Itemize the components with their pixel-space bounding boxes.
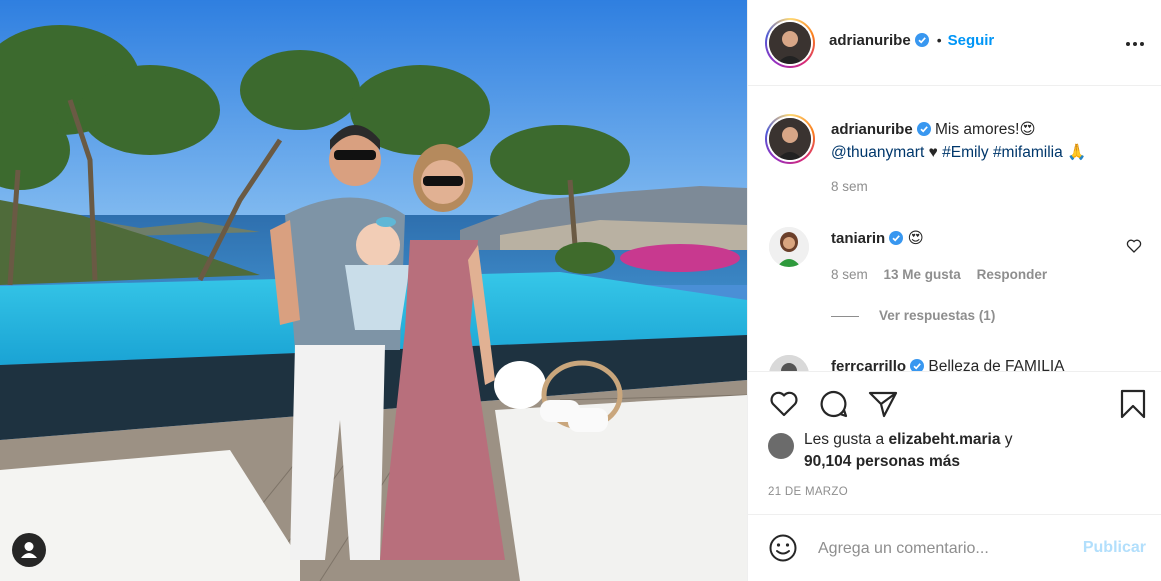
reply-button[interactable]: Responder [977,267,1048,282]
post-header: adrianuribe • Seguir [748,0,1161,86]
comment-text: taniarin 😍 [831,227,924,250]
likes-prefix: Les gusta a [804,431,885,448]
view-replies-button[interactable]: Ver respuestas (1) [831,308,995,323]
comment-body: 😍 [907,230,924,247]
comment-meta: 8 sem 13 Me gusta Responder [831,267,1047,282]
comment-username[interactable]: ferrcarrillo [831,358,906,371]
commenter-avatar-image [769,227,809,267]
caption-time[interactable]: 8 sem [831,179,868,194]
comment-like-icon[interactable] [1126,238,1142,254]
caption-username[interactable]: adrianuribe [831,121,913,138]
hashtag-mifamilia-link[interactable]: #mifamilia [993,144,1063,161]
add-comment-bar: Publicar [748,514,1161,581]
heart-symbol: ♥ [928,144,938,161]
save-bookmark-icon[interactable] [1117,388,1149,420]
caption-avatar-image [769,118,811,160]
post-actions: Les gusta a elizabeht.maria y 90,104 per… [748,371,1161,515]
separator-dot: • [936,32,942,48]
author-username[interactable]: adrianuribe [829,32,911,49]
verified-badge-icon [916,122,931,136]
share-direct-icon[interactable] [867,388,899,420]
comment-text: ferrcarrillo Belleza de FAMILIA [831,355,1064,371]
caption-body: Mis amores! [935,121,1020,138]
comment-username[interactable]: taniarin [831,230,885,247]
instagram-post-view: adrianuribe • Seguir adrianuribe Mis amo… [0,0,1161,581]
likes-others-count[interactable]: 90,104 personas más [804,453,960,470]
author-avatar[interactable] [765,18,815,68]
like-heart-icon[interactable] [768,388,800,420]
pray-emoji: 🙏 [1067,144,1087,161]
verified-badge-icon [889,231,904,245]
commenter-avatar-image [769,355,809,371]
post-date[interactable]: 21 DE MARZO [768,486,848,498]
comment-bubble-icon[interactable] [818,388,850,420]
post-photo[interactable] [0,0,747,581]
view-replies-label: Ver respuestas (1) [879,308,996,323]
commenter-avatar[interactable] [769,355,809,371]
mention-link[interactable]: @thuanymart [831,144,924,161]
likes-joiner: y [1004,431,1013,448]
heart-eyes-emoji: 😍 [1019,121,1036,138]
liker-username[interactable]: elizabeht.maria [888,431,1000,448]
verified-badge-icon [914,33,929,47]
user-tag-icon [21,542,37,558]
follow-button[interactable]: Seguir [948,32,995,49]
caption-avatar[interactable] [765,114,815,164]
comment-time[interactable]: 8 sem [831,267,868,282]
caption-text: adrianuribe Mis amores!😍 @thuanymart ♥ #… [831,118,1141,164]
liker-avatar[interactable] [768,433,794,459]
commenter-avatar[interactable] [769,227,809,267]
publish-button[interactable]: Publicar [1083,539,1146,557]
hashtag-emily-link[interactable]: #Emily [942,144,989,161]
user-tag-button[interactable] [12,533,46,567]
likes-text: Les gusta a elizabeht.maria y 90,104 per… [804,429,1013,473]
family-pool-photo [0,0,747,581]
comment-body: Belleza de FAMILIA [928,358,1065,371]
comment-input[interactable] [818,535,1068,563]
more-options-icon[interactable] [1124,34,1146,54]
post-side-panel: adrianuribe • Seguir adrianuribe Mis amo… [747,0,1161,581]
comment-likes-count[interactable]: 13 Me gusta [884,267,961,282]
emoji-picker-icon[interactable] [768,533,798,563]
comments-section[interactable]: adrianuribe Mis amores!😍 @thuanymart ♥ #… [748,87,1161,371]
replies-line [831,315,859,317]
verified-badge-icon [910,359,925,371]
author-avatar-image [769,22,811,64]
